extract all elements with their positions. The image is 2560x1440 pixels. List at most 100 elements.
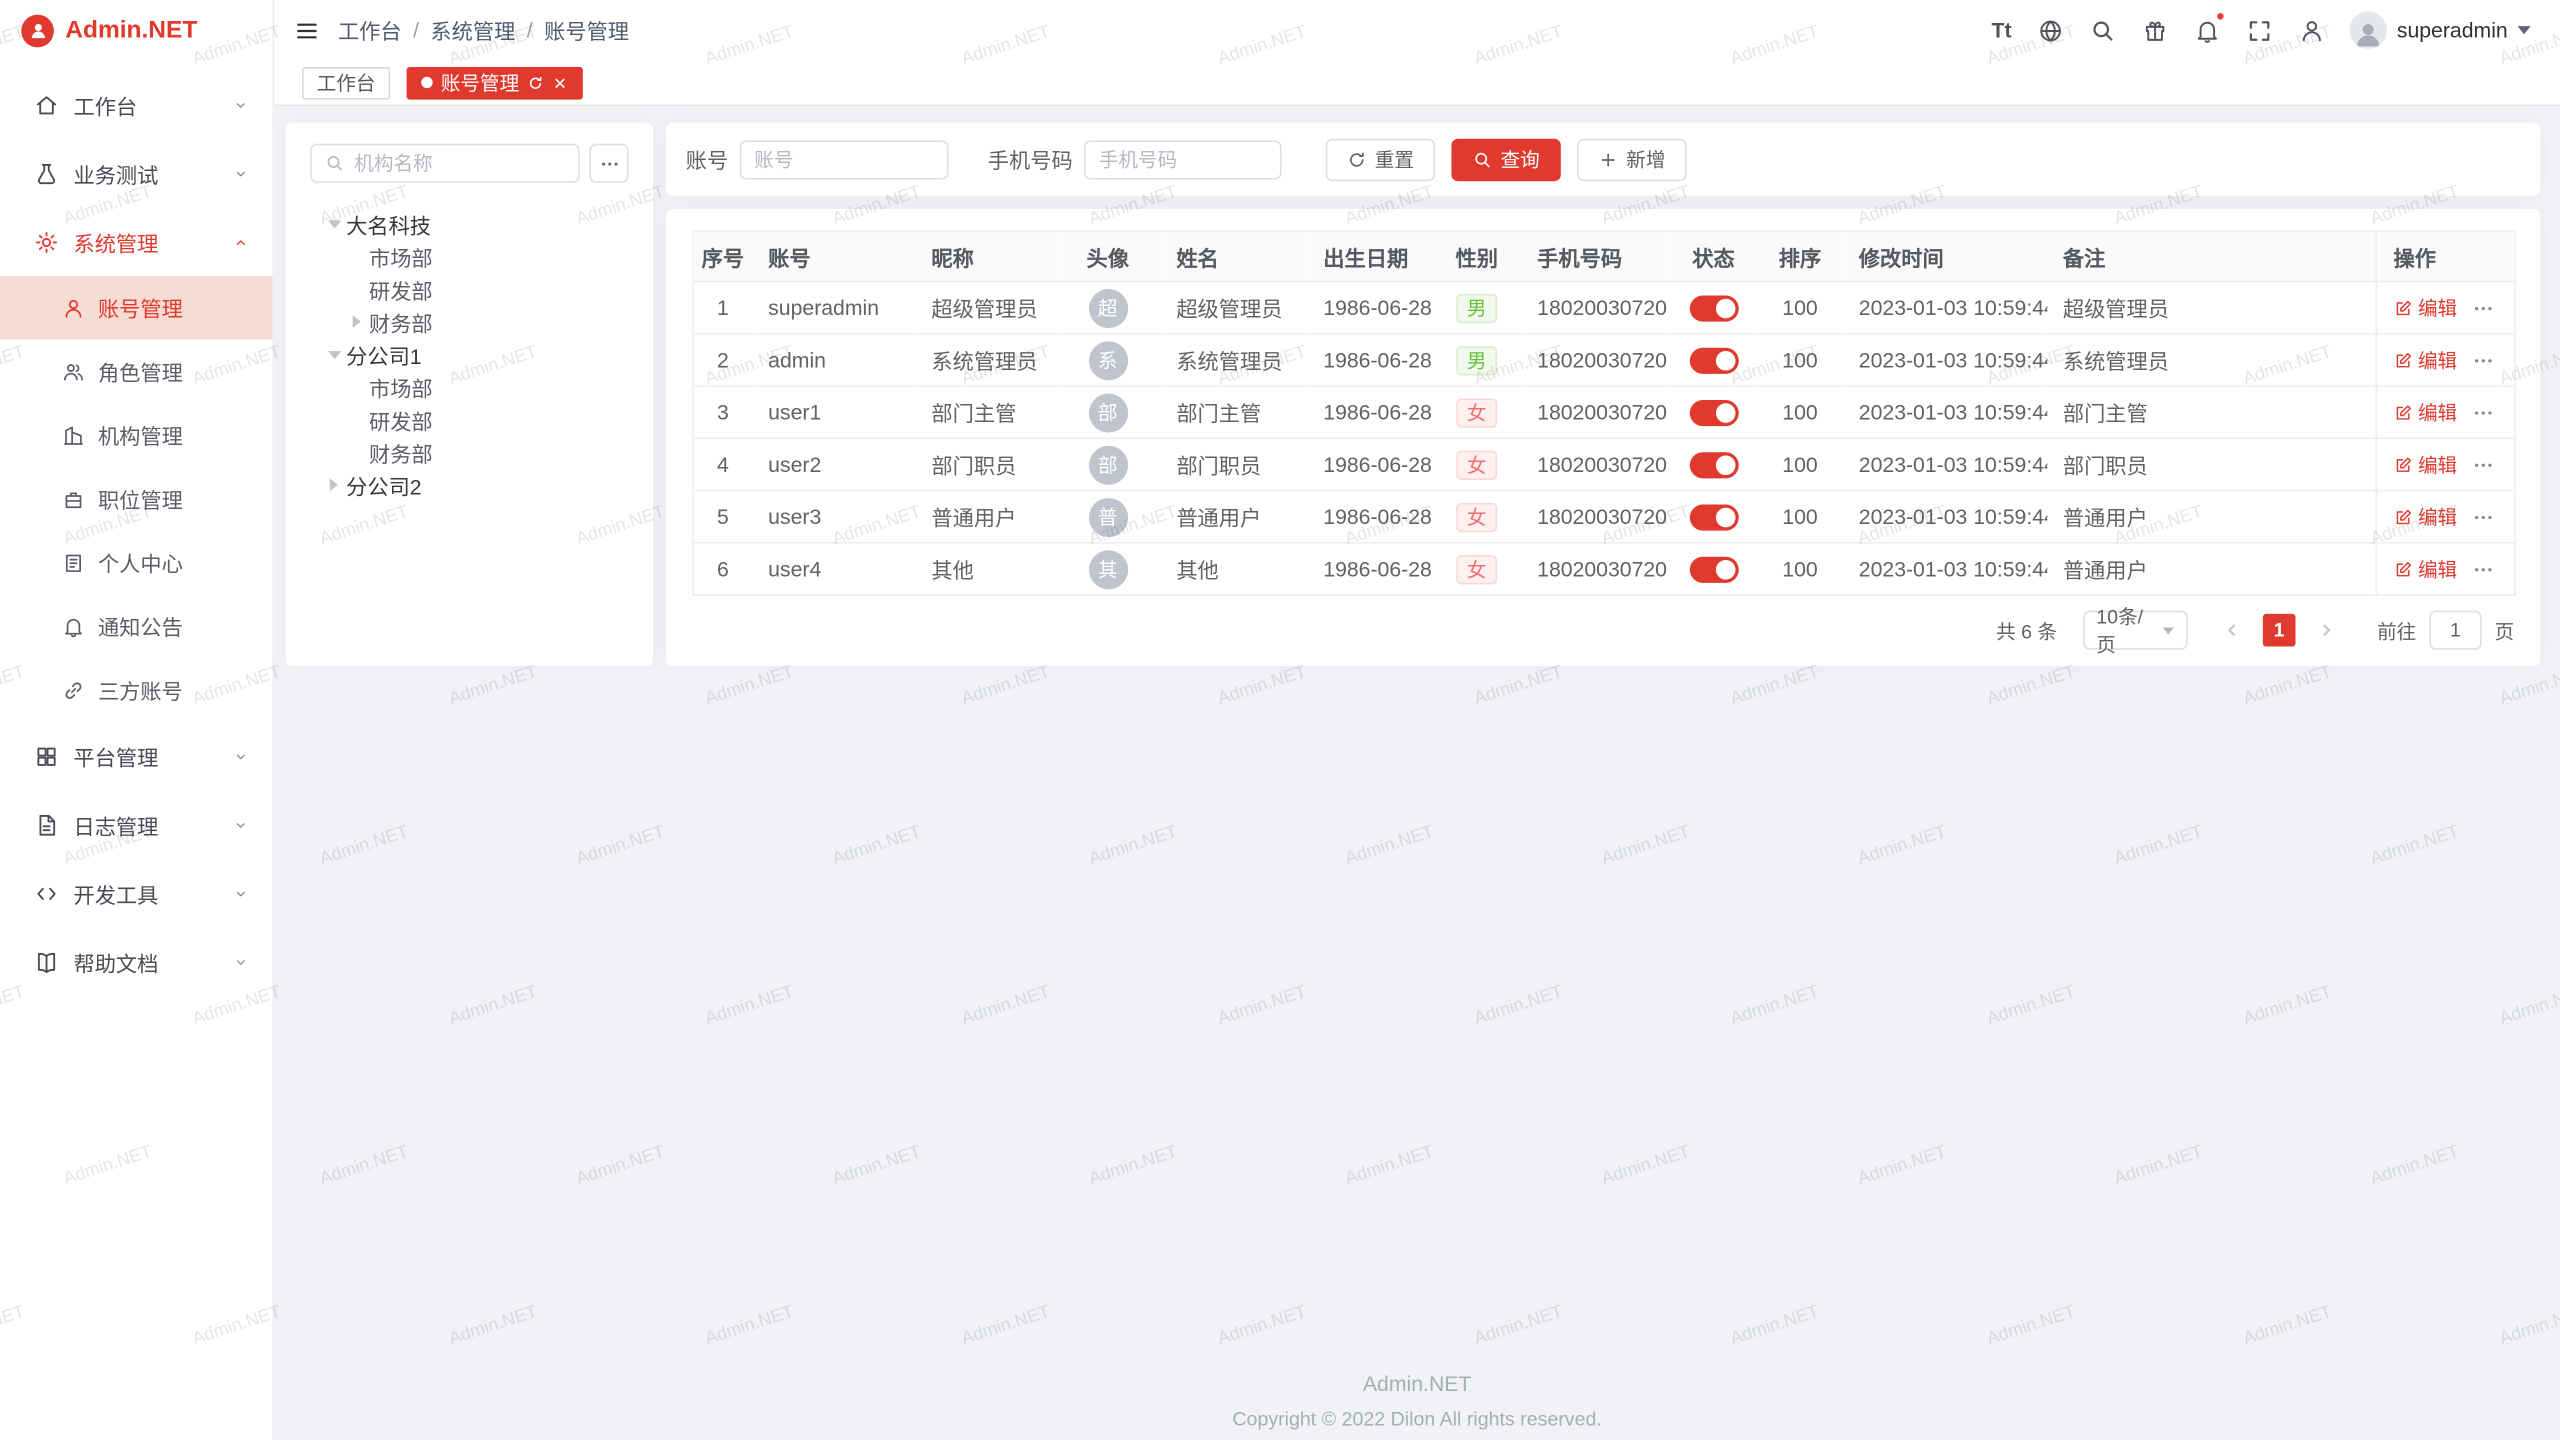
cell-status xyxy=(1669,334,1757,386)
sidebar-subitem[interactable]: 机构管理 xyxy=(0,403,273,467)
row-more-button[interactable] xyxy=(2472,349,2495,372)
cell-avatar: 普 xyxy=(1056,491,1160,543)
edit-button[interactable]: 编辑 xyxy=(2393,503,2457,531)
notification-icon[interactable] xyxy=(2193,16,2221,44)
row-more-button[interactable] xyxy=(2472,558,2495,581)
search-button[interactable]: 查询 xyxy=(1452,138,1561,180)
tree-node[interactable]: 分公司1 xyxy=(310,338,628,371)
sidebar-subitem[interactable]: 职位管理 xyxy=(0,467,273,531)
gender-badge: 女 xyxy=(1457,450,1496,479)
cell-gender: 男 xyxy=(1433,334,1521,386)
page-size-select[interactable]: 10条/页 xyxy=(2083,611,2187,650)
language-icon[interactable] xyxy=(2036,16,2064,44)
tree-node[interactable]: 市场部 xyxy=(310,240,628,273)
tree-node[interactable]: 财务部 xyxy=(310,305,628,338)
tab-workbench[interactable]: 工作台 xyxy=(302,66,390,99)
cell-name: 部门职员 xyxy=(1160,438,1307,490)
edit-icon xyxy=(2393,350,2413,370)
phone-input[interactable] xyxy=(1099,148,1267,171)
cell-birthdate: 1986-06-28 xyxy=(1307,491,1433,543)
edit-button[interactable]: 编辑 xyxy=(2393,555,2457,583)
sidebar-item[interactable]: 日志管理 xyxy=(0,790,273,859)
status-toggle[interactable] xyxy=(1689,400,1738,426)
tree-caret-icon[interactable] xyxy=(325,215,343,233)
table-row: 4user2部门职员部部门职员1986-06-28女18020030720100… xyxy=(693,438,2515,490)
tree-caret-icon[interactable] xyxy=(325,476,343,494)
tab-account-management[interactable]: 账号管理 xyxy=(407,66,583,99)
status-toggle[interactable] xyxy=(1689,504,1738,530)
cell-nickname: 超级管理员 xyxy=(915,282,1055,334)
sidebar-subitem-label: 机构管理 xyxy=(98,420,183,451)
org-tree-panel: 大名科技市场部研发部财务部分公司1市场部研发部财务部分公司2 xyxy=(286,122,653,666)
tree-node[interactable]: 市场部 xyxy=(310,371,628,404)
row-more-button[interactable] xyxy=(2472,401,2495,424)
breadcrumb-item[interactable]: 工作台 xyxy=(338,15,402,46)
tree-more-button[interactable] xyxy=(589,144,628,183)
home-icon xyxy=(34,92,58,116)
tab-refresh-icon[interactable] xyxy=(527,74,543,90)
sidebar-subitem[interactable]: 角色管理 xyxy=(0,340,273,404)
add-button[interactable]: 新增 xyxy=(1577,138,1686,180)
reset-button[interactable]: 重置 xyxy=(1326,138,1435,180)
table-header-cell: 序号 xyxy=(693,231,752,282)
sidebar-item[interactable]: 开发工具 xyxy=(0,859,273,928)
cell-index: 2 xyxy=(693,334,752,386)
tree-node[interactable]: 财务部 xyxy=(310,436,628,469)
fullscreen-icon[interactable] xyxy=(2245,16,2273,44)
row-more-button[interactable] xyxy=(2472,453,2495,476)
tree-node[interactable]: 研发部 xyxy=(310,273,628,306)
status-toggle[interactable] xyxy=(1689,452,1738,478)
prev-page-button[interactable] xyxy=(2214,612,2250,648)
org-search-input[interactable] xyxy=(354,152,565,175)
profile-icon[interactable] xyxy=(2297,16,2325,44)
breadcrumb-item[interactable]: 账号管理 xyxy=(544,15,629,46)
font-size-icon[interactable]: Tt xyxy=(1991,18,2011,42)
tree-node[interactable]: 研发部 xyxy=(310,403,628,436)
cell-remark: 普通用户 xyxy=(2047,543,2377,595)
tree-caret-icon[interactable] xyxy=(348,313,366,331)
sidebar-item[interactable]: 系统管理 xyxy=(0,207,273,276)
edit-button[interactable]: 编辑 xyxy=(2393,294,2457,322)
current-page-button[interactable]: 1 xyxy=(2263,614,2296,647)
edit-button[interactable]: 编辑 xyxy=(2393,346,2457,374)
edit-icon xyxy=(2393,298,2413,318)
hamburger-icon[interactable] xyxy=(294,17,320,43)
avatar: 部 xyxy=(1088,393,1127,432)
theme-icon[interactable] xyxy=(2141,16,2169,44)
sidebar-subitem[interactable]: 三方账号 xyxy=(0,658,273,722)
row-more-button[interactable] xyxy=(2472,505,2495,528)
sidebar-subitem[interactable]: 通知公告 xyxy=(0,594,273,658)
account-input-wrap xyxy=(740,140,949,179)
sidebar-item[interactable]: 工作台 xyxy=(0,70,273,139)
avatar xyxy=(2349,11,2387,49)
sidebar-item[interactable]: 业务测试 xyxy=(0,139,273,208)
row-more-button[interactable] xyxy=(2472,296,2495,319)
cell-nickname: 其他 xyxy=(915,543,1055,595)
search-icon[interactable] xyxy=(2088,16,2116,44)
log-icon xyxy=(34,812,58,836)
account-input[interactable] xyxy=(754,148,934,171)
tree-caret-icon[interactable] xyxy=(325,345,343,363)
status-toggle[interactable] xyxy=(1689,556,1738,582)
sidebar-item[interactable]: 平台管理 xyxy=(0,722,273,791)
user-menu[interactable]: superadmin xyxy=(2349,11,2530,49)
status-toggle[interactable] xyxy=(1689,295,1738,321)
sidebar-subitem[interactable]: 个人中心 xyxy=(0,531,273,595)
tree-node[interactable]: 大名科技 xyxy=(310,207,628,240)
sidebar-item[interactable]: 帮助文档 xyxy=(0,927,273,996)
edit-button[interactable]: 编辑 xyxy=(2393,398,2457,426)
breadcrumb-item[interactable]: 系统管理 xyxy=(430,15,515,46)
status-toggle[interactable] xyxy=(1689,347,1738,373)
sidebar-subitem[interactable]: 账号管理 xyxy=(0,276,273,340)
cell-gender: 女 xyxy=(1433,491,1521,543)
tree-node[interactable]: 分公司2 xyxy=(310,469,628,502)
tab-close-icon[interactable] xyxy=(552,74,568,90)
edit-icon xyxy=(2393,507,2413,527)
goto-page-input[interactable] xyxy=(2429,611,2481,650)
edit-button[interactable]: 编辑 xyxy=(2393,451,2457,479)
logo[interactable]: Admin.NET xyxy=(0,0,273,60)
avatar: 系 xyxy=(1088,340,1127,379)
next-page-button[interactable] xyxy=(2309,612,2345,648)
cell-sort: 100 xyxy=(1758,491,1843,543)
cell-sort: 100 xyxy=(1758,438,1843,490)
